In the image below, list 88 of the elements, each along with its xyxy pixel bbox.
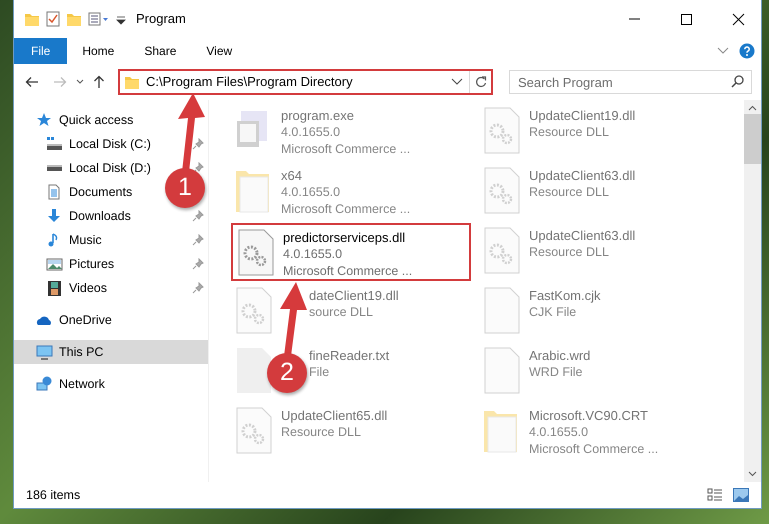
item-count: 186 items — [26, 486, 80, 504]
forward-arrow-icon — [53, 76, 67, 88]
file-detail: Resource DLL — [281, 424, 362, 441]
nav-item[interactable]: Documents — [46, 182, 132, 202]
file-icon[interactable] — [235, 347, 273, 394]
dropdown-caret-icon[interactable] — [451, 78, 463, 86]
back-arrow-icon — [25, 76, 39, 88]
file-name[interactable]: UpdateClient63.dll — [529, 167, 636, 184]
file-name: predictorserviceps.dll — [283, 229, 406, 246]
folder-icon[interactable] — [24, 11, 40, 27]
ribbon-tab[interactable]: Home — [67, 38, 130, 64]
file-name[interactable]: x64 — [281, 167, 410, 184]
nav-item[interactable]: Videos — [46, 278, 107, 298]
gear-file-icon[interactable] — [483, 107, 521, 154]
blank-file-icon[interactable] — [483, 287, 521, 334]
nav-item[interactable]: Downloads — [46, 206, 131, 226]
computer-icon — [36, 344, 53, 360]
drive-icon — [46, 164, 63, 172]
gear-file-icon[interactable] — [483, 167, 521, 214]
nav-item[interactable]: Quick access — [14, 108, 208, 132]
file-detail: 4.0.1655.0 — [283, 246, 344, 263]
nav-item[interactable]: Local Disk (C:) — [46, 134, 151, 154]
gear-file-icon[interactable] — [235, 407, 273, 454]
gear-file-icon — [237, 229, 275, 276]
ribbon-tab[interactable]: Share — [129, 38, 192, 64]
picture-icon — [46, 256, 63, 272]
network-icon — [36, 376, 53, 392]
properties-icon[interactable] — [88, 11, 110, 27]
gear-file-icon[interactable] — [483, 227, 521, 274]
download-arrow-icon — [46, 208, 63, 224]
ribbon-tab[interactable]: File — [14, 38, 68, 64]
search-icon — [731, 75, 744, 88]
file-detail: WRD File — [529, 364, 584, 381]
new-folder-icon[interactable] — [66, 11, 82, 27]
up-arrow-icon — [93, 75, 105, 89]
address-bar[interactable]: C:\Program Files\Program Directory — [118, 69, 493, 95]
nav-item[interactable]: OneDrive — [14, 308, 208, 332]
file-detail: 4.0.1655.0 — [281, 124, 342, 141]
file-detail: Microsoft Commerce ... — [283, 263, 412, 280]
details-view-icon[interactable] — [707, 487, 723, 503]
file-name[interactable]: fineReader.txt — [309, 347, 390, 364]
window-title: Program — [136, 10, 186, 28]
file-detail: Microsoft Commerce ... — [529, 441, 658, 458]
file-name[interactable]: UpdateClient19.dll — [529, 107, 636, 124]
file-name[interactable]: dateClient19.dll — [309, 287, 399, 304]
scroll-up-icon[interactable] — [748, 105, 757, 111]
scrollbar[interactable] — [744, 100, 761, 482]
expand-ribbon-icon[interactable] — [717, 47, 729, 55]
file-name[interactable]: Microsoft.VC90.CRT — [529, 407, 658, 424]
nav-item[interactable]: Network — [14, 372, 208, 396]
nav-item[interactable]: Pictures — [46, 254, 114, 274]
star-icon — [36, 112, 53, 128]
nav-item[interactable]: Music — [46, 230, 102, 250]
file-detail: CJK File — [529, 304, 578, 321]
file-name[interactable]: Arabic.wrd — [529, 347, 590, 364]
gear-file-icon[interactable] — [235, 287, 273, 334]
file-detail: Resource DLL — [529, 124, 610, 141]
file-detail: 4.0.1655.0 — [529, 424, 590, 441]
help-icon[interactable] — [739, 43, 755, 59]
scroll-down-icon[interactable] — [748, 471, 757, 477]
file-detail: File — [309, 364, 330, 381]
folder-icon — [124, 74, 142, 90]
file-detail: Microsoft Commerce ... — [281, 201, 410, 218]
file-detail: Resource DLL — [529, 184, 610, 201]
nav-item[interactable]: Local Disk (D:) — [46, 158, 151, 178]
file-detail: Resource DLL — [529, 244, 610, 261]
checklist-icon[interactable] — [46, 11, 60, 27]
address-path: C:\Program Files\Program Directory — [145, 73, 354, 92]
nav-item[interactable]: This PC — [14, 340, 208, 364]
file-item[interactable]: predictorserviceps.dll 4.0.1655.0 Microsoft Commerce ... — [231, 223, 471, 281]
recent-locations-icon[interactable] — [76, 79, 84, 85]
file-name[interactable]: UpdateClient65.dll — [281, 407, 388, 424]
file-name[interactable]: UpdateClient63.dll — [529, 227, 636, 244]
maximize-icon — [680, 12, 692, 26]
film-icon — [46, 280, 63, 296]
scrollbar-thumb[interactable] — [744, 114, 761, 164]
ribbon-tab[interactable]: View — [191, 38, 248, 64]
drive-icon — [46, 136, 63, 152]
search-field[interactable]: Search Program — [509, 70, 752, 94]
file-name[interactable]: FastKom.cjk — [529, 287, 601, 304]
file-detail: source DLL — [309, 304, 374, 321]
blank-file-icon[interactable] — [483, 347, 521, 394]
file-detail: 4.0.1655.0 — [281, 184, 342, 201]
large-icons-view-icon[interactable] — [733, 488, 749, 502]
close-icon — [732, 12, 744, 26]
file-name[interactable]: program.exe — [281, 107, 410, 124]
refresh-icon — [474, 76, 486, 88]
file-detail: Microsoft Commerce ... — [281, 141, 410, 158]
